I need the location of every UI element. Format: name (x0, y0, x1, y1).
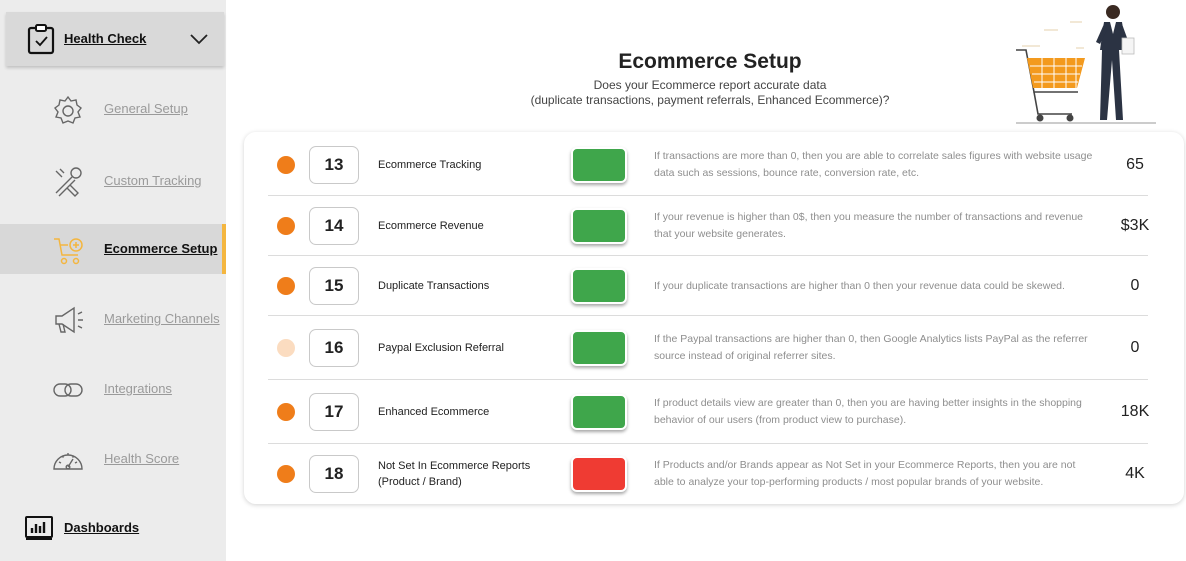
check-number: 18 (309, 455, 359, 493)
sidebar-item-dashboards[interactable]: Dashboards (24, 512, 224, 546)
check-value: 0 (1130, 339, 1140, 356)
status-dot (277, 217, 295, 235)
sidebar-item-label: Health Score (104, 451, 180, 466)
chevron-down-icon[interactable] (188, 32, 210, 46)
check-value: 18K (1120, 403, 1150, 420)
status-dot (277, 339, 295, 357)
subtitle-line-2: (duplicate transactions, payment referra… (530, 93, 890, 107)
megaphone-icon (55, 306, 83, 334)
status-indicator (571, 268, 627, 304)
sidebar-item-marketing-channels[interactable]: Marketing Channels (0, 294, 226, 344)
sidebar-item-label: General Setup (104, 101, 188, 116)
cart-icon (54, 238, 83, 265)
check-name: Duplicate Transactions (378, 280, 490, 292)
check-value: $3K (1120, 217, 1150, 234)
status-dot (277, 403, 295, 421)
sidebar-item-custom-tracking[interactable]: Custom Tracking (0, 156, 226, 206)
check-description: If your duplicate transactions are highe… (654, 279, 1065, 292)
sidebar-item-label: Marketing Channels (104, 311, 220, 326)
check-value: 0 (1130, 277, 1140, 294)
sidebar: Health Check General Setup Custom Tracki… (0, 0, 226, 561)
tools-icon (55, 167, 82, 197)
check-description: If product details view are greater than… (654, 397, 1082, 426)
health-check-label: Health Check (64, 31, 147, 46)
check-row: 16 Paypal Exclusion Referral If the Paypal… (268, 316, 1148, 380)
status-indicator (571, 208, 627, 244)
page-subtitle: Does your Ecommerce report accurate data… (430, 78, 990, 108)
check-description: If the Paypal transactions are higher th… (654, 333, 1088, 362)
sidebar-item-label: Ecommerce Setup (104, 241, 218, 256)
sidebar-item-general-setup[interactable]: General Setup (0, 84, 226, 134)
ecommerce-checks-card: 13 Ecommerce Tracking If transactions are … (244, 132, 1184, 504)
sidebar-item-label: Integrations (104, 381, 172, 396)
shopping-cart-illustration (1016, 5, 1156, 124)
check-row: 15 Duplicate Transactions If your duplicat… (268, 256, 1148, 316)
check-row: 14 Ecommerce Revenue If your revenue is hi… (268, 196, 1149, 256)
check-number: 15 (309, 267, 359, 305)
status-indicator (571, 394, 627, 430)
check-row: 18 Not Set In Ecommerce Reports (Product … (268, 444, 1148, 504)
check-description: If transactions are more than 0, then yo… (654, 150, 1093, 179)
check-description: If your revenue is higher than 0$, then … (654, 211, 1084, 240)
check-name: Ecommerce Tracking (378, 159, 482, 171)
check-description: If Products and/or Brands appear as Not … (654, 459, 1076, 488)
dashboards-label: Dashboards (64, 520, 140, 535)
sidebar-item-label: Custom Tracking (104, 173, 202, 188)
page-title: Ecommerce Setup (618, 50, 802, 73)
clipboard-check-icon (27, 24, 55, 55)
sidebar-item-integrations[interactable]: Integrations (0, 364, 226, 414)
link-icon (53, 383, 83, 397)
check-value: 4K (1125, 465, 1145, 482)
check-name: Enhanced Ecommerce (378, 406, 490, 418)
check-row: 13 Ecommerce Tracking If transactions are … (268, 134, 1148, 196)
status-dot (277, 277, 295, 295)
check-name: Not Set In Ecommerce Reports (Product / … (378, 460, 531, 488)
check-name: Ecommerce Revenue (378, 220, 484, 232)
status-indicator (571, 147, 627, 183)
status-dot (277, 156, 295, 174)
check-number: 17 (309, 393, 359, 431)
sidebar-item-ecommerce-setup[interactable]: Ecommerce Setup (0, 224, 226, 274)
gauge-icon (53, 453, 83, 470)
check-number: 16 (309, 329, 359, 367)
status-indicator (571, 330, 627, 366)
check-number: 14 (309, 207, 359, 245)
status-indicator (571, 456, 627, 492)
health-check-section-header[interactable]: Health Check (6, 12, 224, 66)
check-value: 65 (1126, 156, 1144, 173)
gear-icon (54, 95, 82, 124)
check-name: Paypal Exclusion Referral (378, 342, 504, 354)
check-number: 13 (309, 146, 359, 184)
sidebar-item-health-score[interactable]: Health Score (0, 434, 226, 484)
status-dot (277, 465, 295, 483)
subtitle-line-1: Does your Ecommerce report accurate data (593, 78, 827, 92)
check-row: 17 Enhanced Ecommerce If product details v… (268, 380, 1149, 444)
bar-chart-icon (25, 516, 53, 540)
